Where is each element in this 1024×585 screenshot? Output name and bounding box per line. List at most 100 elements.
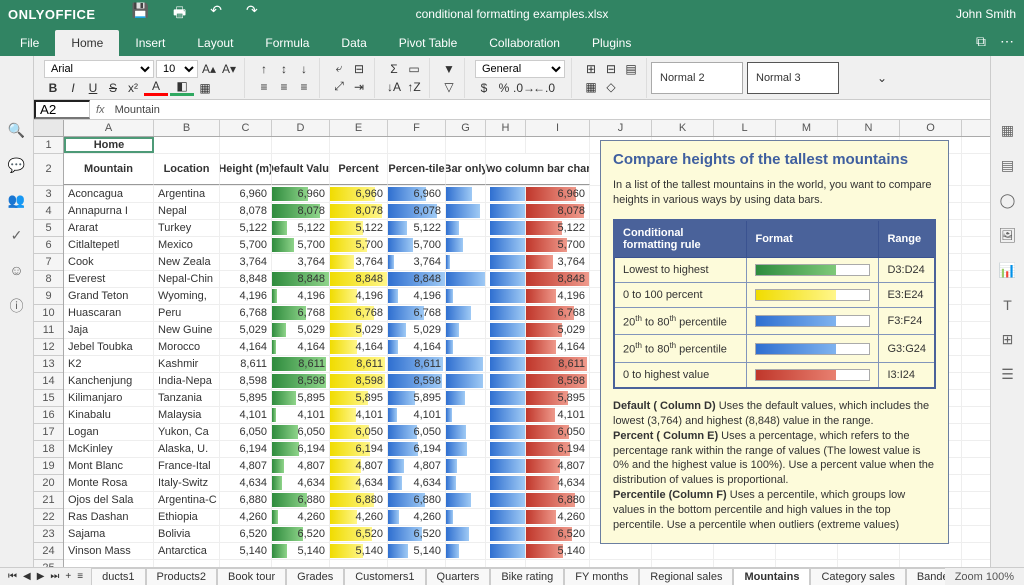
- cell[interactable]: [714, 560, 776, 567]
- cell[interactable]: New Guine: [154, 322, 220, 338]
- menu-tab-pivot-table[interactable]: Pivot Table: [383, 30, 473, 56]
- slicer-settings-icon[interactable]: ☰: [1001, 366, 1014, 383]
- cell[interactable]: 4,101: [526, 407, 590, 423]
- cell[interactable]: 6,050: [388, 424, 446, 440]
- cell[interactable]: [486, 407, 526, 423]
- col-header-N[interactable]: N: [838, 120, 900, 136]
- col-header-B[interactable]: B: [154, 120, 220, 136]
- underline-button[interactable]: U: [84, 80, 102, 96]
- cell[interactable]: [446, 356, 486, 372]
- cell[interactable]: [446, 424, 486, 440]
- orientation-icon[interactable]: ⤢: [330, 79, 348, 95]
- cell[interactable]: 8,078: [330, 203, 388, 219]
- decrease-font-icon[interactable]: A▾: [220, 61, 238, 77]
- sheet-first-icon[interactable]: ⏮: [6, 571, 19, 582]
- insert-cells-icon[interactable]: ⊞: [582, 61, 600, 77]
- wrap-text-icon[interactable]: ⤶: [330, 61, 348, 77]
- cell-reference-input[interactable]: [34, 100, 90, 119]
- formula-value[interactable]: Mountain: [111, 104, 164, 116]
- cell-style-normal2[interactable]: Normal 2: [651, 62, 743, 94]
- sheet-list-icon[interactable]: ≡: [75, 571, 85, 582]
- redo-icon[interactable]: ↷: [246, 2, 258, 26]
- cell[interactable]: 3,764: [220, 254, 272, 270]
- cell[interactable]: 3,764: [330, 254, 388, 270]
- cell[interactable]: Nepal: [154, 203, 220, 219]
- cell[interactable]: 3,764: [388, 254, 446, 270]
- cell[interactable]: [486, 220, 526, 236]
- cell[interactable]: Aconcagua: [64, 186, 154, 202]
- select-all-corner[interactable]: [34, 120, 64, 136]
- cell[interactable]: New Zeala: [154, 254, 220, 270]
- cell[interactable]: 4,101: [388, 407, 446, 423]
- cell[interactable]: 5,895: [272, 390, 330, 406]
- cell[interactable]: [154, 137, 220, 153]
- sort-asc-icon[interactable]: ↓A: [385, 79, 403, 95]
- feedback-icon[interactable]: ☺: [9, 262, 23, 278]
- cell[interactable]: 8,611: [388, 356, 446, 372]
- col-header-O[interactable]: O: [900, 120, 962, 136]
- cell[interactable]: [486, 137, 526, 153]
- cell[interactable]: 5,700: [388, 237, 446, 253]
- cell[interactable]: 5,029: [272, 322, 330, 338]
- cell[interactable]: 5,895: [330, 390, 388, 406]
- undo-icon[interactable]: ↶: [210, 2, 222, 26]
- cell[interactable]: 4,807: [220, 458, 272, 474]
- cell[interactable]: [838, 543, 900, 559]
- cell[interactable]: 8,078: [388, 203, 446, 219]
- cell[interactable]: [486, 441, 526, 457]
- cell[interactable]: 4,196: [388, 288, 446, 304]
- cell[interactable]: Yukon, Ca: [154, 424, 220, 440]
- cell[interactable]: [776, 560, 838, 567]
- cell[interactable]: Jebel Toubka: [64, 339, 154, 355]
- cell[interactable]: 6,880: [526, 492, 590, 508]
- cell[interactable]: France-Ital: [154, 458, 220, 474]
- cell[interactable]: Two column bar chart: [486, 154, 590, 185]
- cell[interactable]: 4,164: [220, 339, 272, 355]
- cell[interactable]: 6,194: [272, 441, 330, 457]
- col-header-A[interactable]: A: [64, 120, 154, 136]
- row-header-3[interactable]: 3: [34, 186, 63, 203]
- cell[interactable]: [446, 203, 486, 219]
- styles-dropdown-icon[interactable]: ⌄: [873, 70, 891, 86]
- cell[interactable]: [446, 322, 486, 338]
- cell[interactable]: Alaska, U.: [154, 441, 220, 457]
- cell[interactable]: 4,807: [330, 458, 388, 474]
- filter-icon[interactable]: ▼: [440, 61, 458, 77]
- cell[interactable]: Argentina: [154, 186, 220, 202]
- sheet-tab-fy-months[interactable]: FY months: [564, 568, 639, 585]
- search-icon[interactable]: 🔍: [8, 122, 25, 139]
- borders-button[interactable]: ▦: [196, 80, 214, 96]
- cell[interactable]: 8,848: [330, 271, 388, 287]
- number-format-select[interactable]: General: [475, 60, 565, 78]
- cell[interactable]: 5,140: [272, 543, 330, 559]
- cell[interactable]: [486, 543, 526, 559]
- sheet-tab-regional-sales[interactable]: Regional sales: [639, 568, 733, 585]
- menu-tab-collaboration[interactable]: Collaboration: [473, 30, 576, 56]
- row-header-14[interactable]: 14: [34, 373, 63, 390]
- cell[interactable]: [838, 560, 900, 567]
- cell[interactable]: 5,895: [220, 390, 272, 406]
- cell[interactable]: Default Value: [272, 154, 330, 185]
- row-header-7[interactable]: 7: [34, 254, 63, 271]
- cell[interactable]: 8,848: [526, 271, 590, 287]
- sheet-last-icon[interactable]: ⏭: [48, 571, 61, 582]
- cell[interactable]: [446, 305, 486, 321]
- align-center-icon[interactable]: ≡: [275, 79, 293, 95]
- cell[interactable]: 8,078: [526, 203, 590, 219]
- cell[interactable]: [446, 560, 486, 567]
- cell[interactable]: [486, 237, 526, 253]
- cell[interactable]: 4,634: [526, 475, 590, 491]
- cell-style-normal3[interactable]: Normal 3: [747, 62, 839, 94]
- cell[interactable]: 6,520: [220, 526, 272, 542]
- row-header-17[interactable]: 17: [34, 424, 63, 441]
- cell[interactable]: [446, 137, 486, 153]
- cell[interactable]: 5,700: [220, 237, 272, 253]
- cell[interactable]: Logan: [64, 424, 154, 440]
- row-header-21[interactable]: 21: [34, 492, 63, 509]
- table-settings-icon[interactable]: ▤: [1001, 157, 1014, 174]
- cell[interactable]: [446, 237, 486, 253]
- sort-desc-icon[interactable]: ↑Z: [405, 79, 423, 95]
- cell[interactable]: Wyoming,: [154, 288, 220, 304]
- cell[interactable]: 5,895: [388, 390, 446, 406]
- cell[interactable]: 5,029: [220, 322, 272, 338]
